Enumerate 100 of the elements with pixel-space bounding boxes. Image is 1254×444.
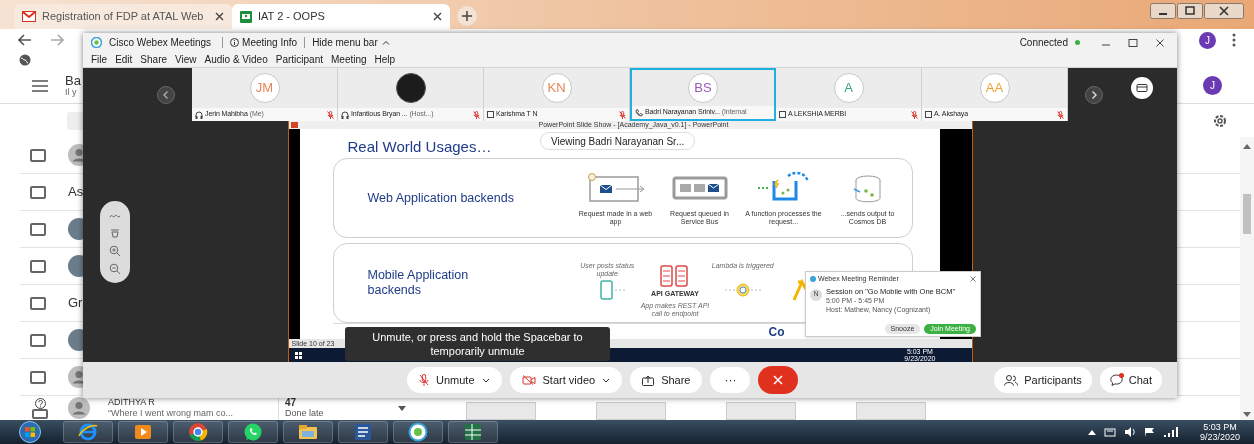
- thumbnail-image: [596, 402, 666, 420]
- speaker-icon[interactable]: [1123, 427, 1136, 437]
- end-meeting-button[interactable]: [758, 366, 799, 394]
- app-icon: [290, 122, 298, 128]
- avatar-photo: [395, 73, 426, 103]
- close-icon[interactable]: [215, 12, 224, 21]
- scroll-up-icon[interactable]: [1243, 144, 1251, 149]
- share-button[interactable]: Share: [630, 367, 703, 393]
- checkbox[interactable]: [30, 333, 46, 347]
- viewing-label: Viewing Badri Narayanan Sr...: [540, 132, 696, 150]
- taskbar-button[interactable]: [448, 421, 498, 443]
- menu-item[interactable]: Edit: [115, 52, 133, 67]
- checkbox[interactable]: [32, 408, 48, 419]
- meeting-info-button[interactable]: Meeting Info: [230, 35, 298, 50]
- chat-bubble-icon: [243, 422, 263, 442]
- back-arrow-icon[interactable]: [18, 34, 32, 46]
- layout-icon[interactable]: [1131, 76, 1153, 99]
- scrollbar-thumb[interactable]: [1243, 194, 1251, 234]
- close-icon[interactable]: [970, 276, 976, 283]
- browser-icon: [78, 422, 98, 442]
- checkbox[interactable]: [30, 222, 46, 236]
- clock-time[interactable]: 5:03 PM: [1203, 422, 1237, 432]
- minimize-icon[interactable]: [1150, 3, 1176, 19]
- globe-icon[interactable]: [19, 53, 31, 66]
- caret-icon: [398, 405, 406, 411]
- status-dot-icon: [1075, 40, 1080, 45]
- menu-item[interactable]: Meeting: [331, 52, 367, 67]
- help-icon[interactable]: [34, 397, 46, 409]
- start-orb-icon[interactable]: [17, 421, 43, 443]
- kebab-menu-icon[interactable]: [1232, 33, 1236, 47]
- settings-icon[interactable]: [1212, 112, 1228, 129]
- section-heading: Web Application backends: [367, 190, 515, 206]
- initials-avatar: A: [833, 73, 864, 103]
- clock-date[interactable]: 9/23/2020: [1199, 432, 1240, 442]
- taskbar-button[interactable]: [338, 421, 388, 443]
- chat-button[interactable]: Chat: [1099, 367, 1162, 393]
- taskbar-button[interactable]: [118, 421, 168, 443]
- taskbar-button[interactable]: [283, 421, 333, 443]
- tooltip: Unmute, or press and hold the Spacebar to temporarily unmute: [345, 327, 610, 361]
- maximize-icon[interactable]: [1177, 3, 1203, 19]
- webex-logo-icon: [91, 37, 102, 48]
- hide-menu-bar-button[interactable]: Hide menu bar: [312, 35, 390, 50]
- share-icon: [642, 374, 655, 386]
- taskbar-button[interactable]: [63, 421, 113, 443]
- participants-button[interactable]: Participants: [994, 367, 1092, 393]
- chevron-up-icon[interactable]: [1087, 429, 1096, 435]
- close-icon[interactable]: [1204, 3, 1244, 19]
- start-video-button[interactable]: Start video: [509, 367, 623, 393]
- checkbox[interactable]: [30, 148, 46, 162]
- chevron-up-icon: [381, 40, 390, 45]
- checkbox[interactable]: [30, 259, 46, 273]
- profile-avatar[interactable]: J: [1203, 76, 1222, 95]
- browser-tab[interactable]: IAT 2 - OOPS: [232, 4, 450, 29]
- phone-icon: [635, 108, 643, 117]
- menu-item[interactable]: View: [175, 52, 197, 67]
- row-label: Gr: [68, 294, 83, 313]
- taskbar-button[interactable]: [228, 421, 278, 443]
- initials-avatar: AA: [979, 73, 1010, 103]
- webex-icon: [408, 422, 428, 442]
- checkbox[interactable]: [30, 370, 46, 384]
- comment-snippet: “Where I went wrong mam co...: [108, 408, 235, 419]
- taskbar-button[interactable]: [393, 421, 443, 443]
- tool-icon[interactable]: [109, 227, 121, 238]
- network-icon[interactable]: [1103, 427, 1116, 437]
- checkbox[interactable]: [30, 185, 46, 199]
- menu-item[interactable]: Help: [374, 52, 396, 67]
- section-heading: Mobile Application backends: [367, 268, 470, 298]
- mail-icon: [22, 11, 36, 22]
- square-icon: [487, 111, 494, 118]
- muted-mic-icon: [419, 374, 429, 386]
- student-name: ADITHYA R: [108, 397, 156, 408]
- square-icon: [925, 111, 932, 118]
- taskbar-button[interactable]: [173, 421, 223, 443]
- row-label: As: [68, 183, 84, 202]
- checkbox[interactable]: [30, 296, 46, 310]
- unmute-button[interactable]: Unmute: [407, 367, 502, 393]
- profile-avatar[interactable]: J: [1199, 31, 1216, 49]
- info-icon: [230, 38, 240, 47]
- slide-title: Real World Usages…: [347, 138, 492, 155]
- browser-tab[interactable]: Registration of FDP at ATAL Web: [14, 4, 232, 29]
- more-button[interactable]: ···: [710, 367, 751, 393]
- maximize-icon[interactable]: [1128, 37, 1138, 48]
- close-icon[interactable]: [1155, 37, 1165, 48]
- scroll-down-icon[interactable]: [1243, 412, 1251, 417]
- menu-item[interactable]: Share: [140, 52, 168, 67]
- media-player-icon: [133, 422, 153, 442]
- signal-icon[interactable]: [1163, 427, 1178, 437]
- flag-icon[interactable]: [1143, 427, 1156, 437]
- menu-item[interactable]: File: [91, 52, 108, 67]
- class-title: Ba: [65, 74, 81, 87]
- menu-icon[interactable]: [32, 79, 48, 92]
- connection-status: Connected: [1019, 36, 1068, 50]
- new-tab-icon[interactable]: [456, 5, 478, 27]
- menu-item[interactable]: Audio & Video: [204, 52, 268, 67]
- zoom-out-icon[interactable]: [109, 262, 121, 274]
- class-subtitle: Il y: [65, 88, 78, 97]
- close-icon[interactable]: [433, 12, 442, 21]
- menu-item[interactable]: Participant: [275, 52, 323, 67]
- zoom-in-icon[interactable]: [109, 244, 121, 256]
- windows-logo-icon: [294, 351, 302, 359]
